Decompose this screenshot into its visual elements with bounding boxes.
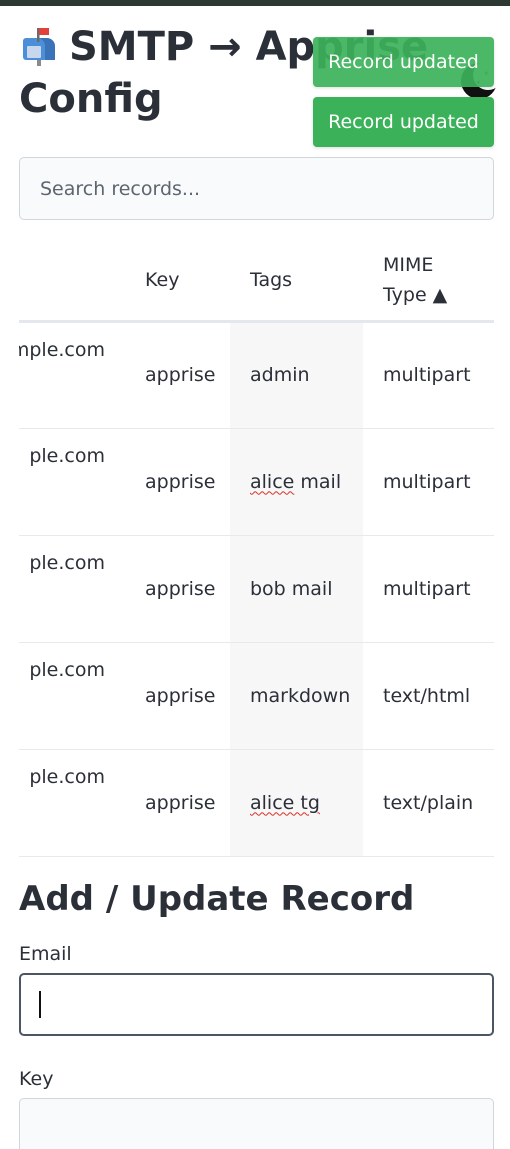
table-row[interactable]: ple.com apprise alice mail multipart: [19, 428, 494, 536]
toast-notification[interactable]: Record updated: [313, 97, 494, 147]
email-value: ple.com: [29, 658, 105, 681]
toast-notification[interactable]: Record updated: [313, 37, 494, 87]
column-header-tags[interactable]: Tags: [230, 240, 363, 323]
key-field-label: Key: [19, 1068, 54, 1090]
table-row[interactable]: ple.com apprise markdown text/html: [19, 642, 494, 750]
key-cell: apprise: [125, 535, 230, 643]
tags-cell: markdown: [230, 642, 363, 750]
email-value: mple.com: [19, 338, 105, 361]
records-table: Key Tags MIME Type ▲ mple.com apprise ad…: [19, 240, 494, 857]
email-cell: ple.com: [19, 428, 125, 536]
key-cell: apprise: [125, 321, 230, 429]
tags-cell: admin: [230, 321, 363, 429]
email-cell: ple.com: [19, 749, 125, 857]
mime-cell: text/html: [363, 642, 494, 750]
email-value: ple.com: [29, 551, 105, 574]
email-value: ple.com: [29, 765, 105, 788]
mime-cell: multipart: [363, 535, 494, 643]
mailbox-icon: [19, 26, 59, 76]
form-title: Add / Update Record: [19, 879, 415, 919]
tag-spell-flagged: alice: [250, 470, 295, 493]
email-cell: ple.com: [19, 535, 125, 643]
table-header-row: Key Tags MIME Type ▲: [19, 240, 494, 323]
email-cell: ple.com: [19, 642, 125, 750]
mime-cell: multipart: [363, 428, 494, 536]
email-field-label: Email: [19, 943, 72, 965]
tags-cell: alice mail: [230, 428, 363, 536]
key-cell: apprise: [125, 749, 230, 857]
tag-spell-flagged: alice tg: [250, 791, 320, 814]
column-header-email[interactable]: [19, 240, 125, 323]
top-accent-bar: [0, 0, 510, 6]
text-caret: [39, 991, 41, 1018]
mime-cell: multipart: [363, 321, 494, 429]
key-cell: apprise: [125, 642, 230, 750]
mime-cell: text/plain: [363, 749, 494, 857]
column-header-mime-type[interactable]: MIME Type ▲: [363, 240, 494, 323]
table-row[interactable]: mple.com apprise admin multipart: [19, 321, 494, 429]
email-field[interactable]: [19, 973, 494, 1036]
search-input[interactable]: [19, 157, 494, 220]
table-row[interactable]: ple.com apprise bob mail multipart: [19, 535, 494, 643]
email-value: ple.com: [29, 444, 105, 467]
email-cell: mple.com: [19, 321, 125, 429]
table-row[interactable]: ple.com apprise alice tg text/plain: [19, 749, 494, 857]
tags-cell: alice tg: [230, 749, 363, 857]
tags-cell: bob mail: [230, 535, 363, 643]
key-field[interactable]: [19, 1098, 494, 1149]
records-table-scroll[interactable]: Key Tags MIME Type ▲ mple.com apprise ad…: [19, 240, 494, 858]
key-cell: apprise: [125, 428, 230, 536]
column-header-key[interactable]: Key: [125, 240, 230, 323]
